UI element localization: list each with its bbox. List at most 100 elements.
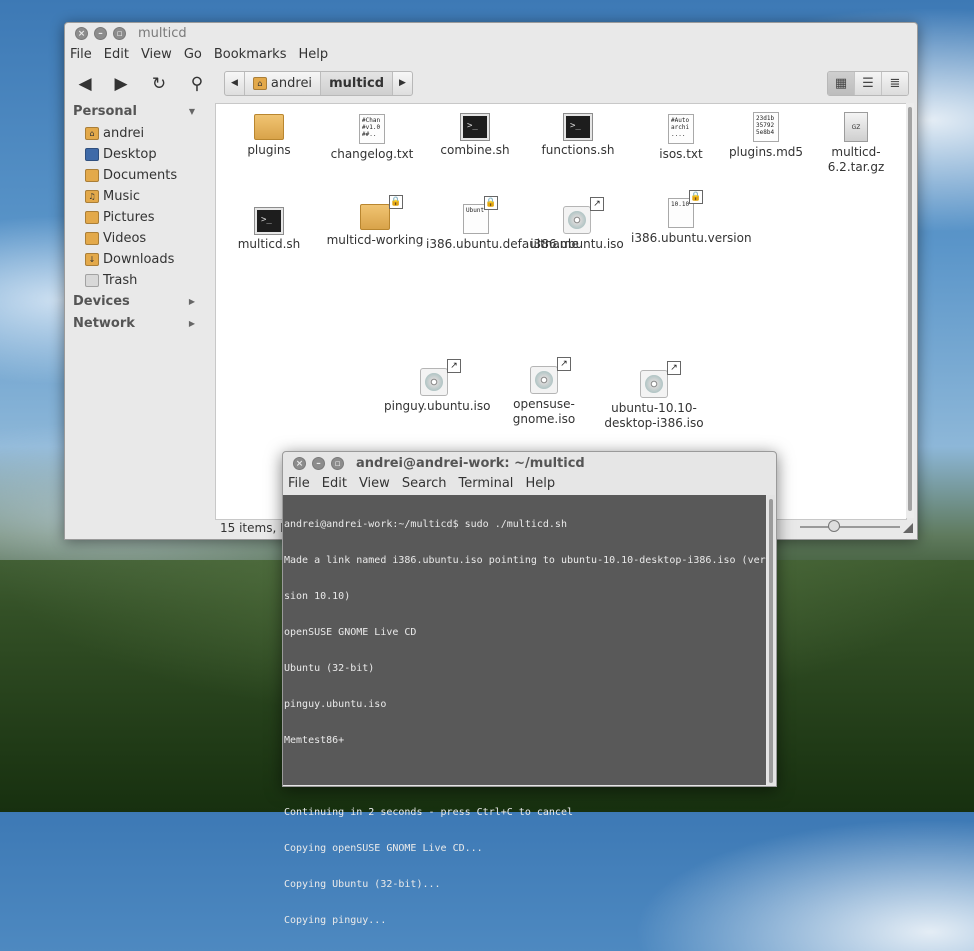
terminal-titlebar[interactable]: × – ▫ andrei@andrei-work: ~/multicd [283, 452, 776, 474]
maximize-icon[interactable]: ▫ [331, 457, 344, 470]
file-item[interactable]: ↗ pinguy.ubuntu.iso [384, 359, 490, 414]
sidebar-item-label: andrei [103, 126, 145, 141]
sidebar-item-label: Documents [103, 168, 178, 183]
cd-image-icon: ↗ [530, 357, 571, 394]
file-item[interactable]: ↗ i386.ubuntu.iso [527, 197, 627, 252]
trash-icon [85, 274, 99, 287]
lock-emblem-icon: 🔒 [689, 190, 703, 204]
file-item[interactable]: 10.10 🔒 i386.ubuntu.version [631, 190, 752, 246]
sidebar-item-label: Downloads [103, 252, 175, 267]
close-icon[interactable]: × [75, 27, 88, 40]
menu-file[interactable]: File [283, 475, 316, 495]
breadcrumb-home-label: andrei [270, 76, 313, 91]
file-item[interactable]: 🔒 multicd-working [325, 195, 425, 248]
sidebar-item-andrei[interactable]: ⌂ andrei [85, 126, 144, 141]
home-icon: ⌂ [85, 127, 99, 140]
file-label: ubuntu-10.10-desktop-i386.iso [604, 401, 704, 430]
terminal-scrollbar[interactable] [767, 495, 775, 785]
places-sidebar: Personal ▼ ⌂ andrei Desktop Documents ♫ … [65, 101, 211, 539]
resize-grip-icon[interactable] [903, 523, 913, 533]
terminal-line: openSUSE GNOME Live CD [284, 627, 417, 638]
reload-icon[interactable]: ↻ [149, 74, 169, 94]
minimize-icon[interactable]: – [94, 27, 107, 40]
scrollbar-thumb[interactable] [908, 107, 912, 511]
menu-help[interactable]: Help [519, 475, 561, 495]
music-folder-icon: ♫ [85, 190, 99, 203]
file-manager-menubar: File Edit View Go Bookmarks Help [65, 46, 334, 66]
status-text: 15 items, Fr [220, 521, 292, 535]
file-item[interactable]: GZ multicd-6.2.tar.gz [806, 112, 906, 175]
sidebar-item-trash[interactable]: Trash [85, 273, 137, 288]
view-mode-switch: ▦ ☰ ≣ [827, 71, 909, 96]
sidebar-item-label: Videos [103, 231, 147, 246]
text-file-icon: #Auto archi .... [668, 114, 694, 144]
menu-terminal[interactable]: Terminal [452, 475, 519, 495]
breadcrumb-left-arrow-icon[interactable]: ◀ [225, 72, 245, 95]
menu-view[interactable]: View [135, 46, 178, 66]
expand-triangle-icon[interactable]: ▶ [189, 319, 195, 328]
menu-go[interactable]: Go [178, 46, 208, 66]
menu-edit[interactable]: Edit [98, 46, 135, 66]
file-label: multicd-6.2.tar.gz [827, 145, 885, 174]
close-icon[interactable]: × [293, 457, 306, 470]
cd-image-icon: ↗ [420, 359, 461, 396]
search-icon[interactable]: ⚲ [187, 74, 207, 94]
sidebar-header-network[interactable]: Network [73, 316, 135, 331]
sidebar-header-devices[interactable]: Devices [73, 294, 130, 309]
file-label: changelog.txt [330, 147, 414, 161]
file-item[interactable]: #Chan #v1.0 ##.. changelog.txt [322, 114, 422, 162]
zoom-slider-handle[interactable] [828, 520, 840, 532]
zoom-slider[interactable] [800, 526, 900, 528]
forward-arrow-icon[interactable]: ▶ [111, 74, 131, 94]
sidebar-item-pictures[interactable]: Pictures [85, 210, 154, 225]
compact-view-icon[interactable]: ≣ [882, 72, 908, 95]
file-item[interactable]: >_ functions.sh [528, 113, 628, 158]
menu-edit[interactable]: Edit [316, 475, 353, 495]
scrollbar-thumb[interactable] [769, 499, 773, 783]
file-label: i386.ubuntu.iso [530, 237, 624, 251]
sidebar-item-label: Pictures [103, 210, 155, 225]
file-item[interactable]: >_ multicd.sh [219, 207, 319, 252]
sidebar-item-documents[interactable]: Documents [85, 168, 177, 183]
file-view-scrollbar[interactable] [906, 103, 914, 518]
file-item[interactable]: ↗ ubuntu-10.10-desktop-i386.iso [604, 361, 704, 431]
menu-view[interactable]: View [353, 475, 396, 495]
back-arrow-icon[interactable]: ◀ [75, 74, 95, 94]
breadcrumb-right-arrow-icon[interactable]: ▶ [393, 72, 412, 95]
sidebar-header-personal[interactable]: Personal [73, 104, 137, 119]
sidebar-item-music[interactable]: ♫ Music [85, 189, 140, 204]
file-item[interactable]: >_ combine.sh [425, 113, 525, 158]
file-item[interactable]: Ubunt 🔒 i386.ubuntu.defaultname [426, 196, 579, 252]
file-item[interactable]: 23d1b 35792 5e8b4 plugins.md5 [716, 112, 816, 160]
terminal-output[interactable]: andrei@andrei-work:~/multicd$ sudo ./mul… [283, 495, 766, 926]
breadcrumb-home[interactable]: ⌂ andrei [245, 72, 322, 95]
terminal-line: Ubuntu (32-bit) [284, 663, 375, 674]
menu-file[interactable]: File [65, 46, 98, 66]
sidebar-item-videos[interactable]: Videos [85, 231, 146, 246]
sidebar-item-label: Desktop [103, 147, 157, 162]
collapse-triangle-icon[interactable]: ▼ [189, 107, 195, 116]
videos-folder-icon [85, 232, 99, 245]
icon-view-icon[interactable]: ▦ [828, 72, 855, 95]
terminal-line: andrei@andrei-work:~/multicd$ sudo ./mul… [284, 519, 567, 530]
file-label: opensuse-gnome.iso [512, 397, 576, 426]
menu-help[interactable]: Help [292, 46, 334, 66]
sidebar-item-desktop[interactable]: Desktop [85, 147, 157, 162]
folder-icon [254, 114, 284, 140]
sidebar-item-label: Music [103, 189, 140, 204]
menu-bookmarks[interactable]: Bookmarks [208, 46, 293, 66]
file-item[interactable]: ↗ opensuse-gnome.iso [494, 357, 594, 427]
file-item[interactable]: plugins [219, 114, 319, 158]
minimize-icon[interactable]: – [312, 457, 325, 470]
breadcrumb-current[interactable]: multicd [321, 72, 394, 95]
maximize-icon[interactable]: ▫ [113, 27, 126, 40]
file-manager-titlebar[interactable]: × – ▫ multicd [65, 23, 917, 45]
sidebar-item-downloads[interactable]: ↓ Downloads [85, 252, 174, 267]
lock-emblem-icon: 🔒 [389, 195, 403, 209]
menu-search[interactable]: Search [396, 475, 453, 495]
list-view-icon[interactable]: ☰ [855, 72, 882, 95]
expand-triangle-icon[interactable]: ▶ [189, 297, 195, 306]
cd-image-icon: ↗ [640, 361, 681, 398]
terminal-line: Copying pinguy... [284, 915, 387, 926]
